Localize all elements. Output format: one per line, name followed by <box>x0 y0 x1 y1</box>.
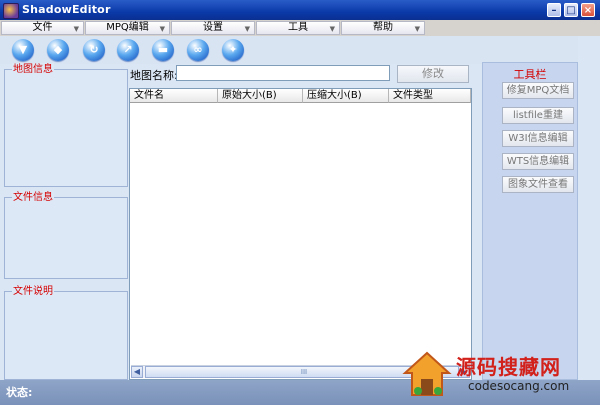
menu-tools-label: 工具 <box>288 22 308 33</box>
window-right-edge <box>578 36 600 380</box>
link-icon[interactable]: ∞ <box>187 39 209 61</box>
chevron-down-icon: ▼ <box>244 25 250 33</box>
column-header-compressed-size[interactable]: 压缩大小(B) <box>303 89 389 103</box>
map-info-group: 地图信息 <box>4 63 128 187</box>
file-info-group: 文件信息 <box>4 191 128 279</box>
save-icon[interactable]: ▼ <box>12 39 34 61</box>
column-header-filename[interactable]: 文件名 <box>130 89 218 103</box>
tool-panel: 工具栏 修复MPQ文档 listfile重建 W3I信息编辑 WTS信息编辑 图… <box>482 62 578 380</box>
menu-settings-label: 设置 <box>203 22 223 33</box>
menu-bar: 文件 ▼ MPQ编辑 ▼ 设置 ▼ 工具 ▼ 帮助 ▼ <box>0 20 600 36</box>
menu-tools[interactable]: 工具 ▼ <box>256 21 340 35</box>
file-desc-label: 文件说明 <box>12 285 54 298</box>
image-viewer-button[interactable]: 图象文件查看 <box>502 176 574 193</box>
left-panel: 地图信息 文件信息 文件说明 <box>4 62 128 380</box>
map-name-label: 地图名称: <box>130 69 178 82</box>
file-list[interactable]: 文件名 原始大小(B) 压缩大小(B) 文件类型 ◀ III ▶ <box>129 88 472 380</box>
window-title: ShadowEditor <box>22 3 111 16</box>
close-button[interactable]: × <box>581 3 595 17</box>
scroll-left-icon[interactable]: ◀ <box>131 366 143 378</box>
toolbar: ▼ ◆ ↻ ↗ ▬ ∞ ✦ <box>0 36 600 64</box>
refresh-icon[interactable]: ↻ <box>83 39 105 61</box>
title-bar: ShadowEditor – □ × <box>0 0 600 20</box>
minimize-button[interactable]: – <box>547 3 561 17</box>
chevron-down-icon: ▼ <box>73 25 79 33</box>
app-icon <box>3 3 19 19</box>
menu-help[interactable]: 帮助 ▼ <box>341 21 425 35</box>
file-info-label: 文件信息 <box>12 191 54 204</box>
export-icon[interactable]: ↗ <box>117 39 139 61</box>
house-logo-icon <box>402 351 452 396</box>
open-icon[interactable]: ◆ <box>47 39 69 61</box>
globe-icon[interactable]: ✦ <box>222 39 244 61</box>
menu-help-label: 帮助 <box>373 22 393 33</box>
maximize-button[interactable]: □ <box>564 3 578 17</box>
menu-settings[interactable]: 设置 ▼ <box>171 21 255 35</box>
watermark-title: 源码搜藏网 <box>456 355 561 379</box>
watermark-url: codesocang.com <box>468 379 570 393</box>
wts-edit-button[interactable]: WTS信息编辑 <box>502 153 574 170</box>
menu-file-label: 文件 <box>32 22 53 33</box>
file-desc-group: 文件说明 <box>4 285 128 380</box>
repair-mpq-button[interactable]: 修复MPQ文档 <box>502 82 574 99</box>
menu-mpq-edit[interactable]: MPQ编辑 ▼ <box>85 21 170 35</box>
watermark: 源码搜藏网 codesocang.com <box>396 343 600 405</box>
map-name-input[interactable] <box>176 65 390 81</box>
chevron-down-icon: ▼ <box>329 25 335 33</box>
map-info-label: 地图信息 <box>12 63 54 76</box>
modify-button[interactable]: 修改 <box>397 65 469 83</box>
chevron-down-icon: ▼ <box>159 25 165 33</box>
column-header-file-type[interactable]: 文件类型 <box>389 89 471 103</box>
menu-mpq-edit-label: MPQ编辑 <box>106 22 149 33</box>
chevron-down-icon: ▼ <box>414 25 420 33</box>
menu-file[interactable]: 文件 ▼ <box>1 21 84 35</box>
status-label: 状态: <box>6 386 33 399</box>
w3i-edit-button[interactable]: W3I信息编辑 <box>502 130 574 147</box>
column-header-original-size[interactable]: 原始大小(B) <box>218 89 303 103</box>
folder-icon[interactable]: ▬ <box>152 39 174 61</box>
tool-panel-title: 工具栏 <box>513 68 547 81</box>
rebuild-listfile-button[interactable]: listfile重建 <box>502 107 574 124</box>
